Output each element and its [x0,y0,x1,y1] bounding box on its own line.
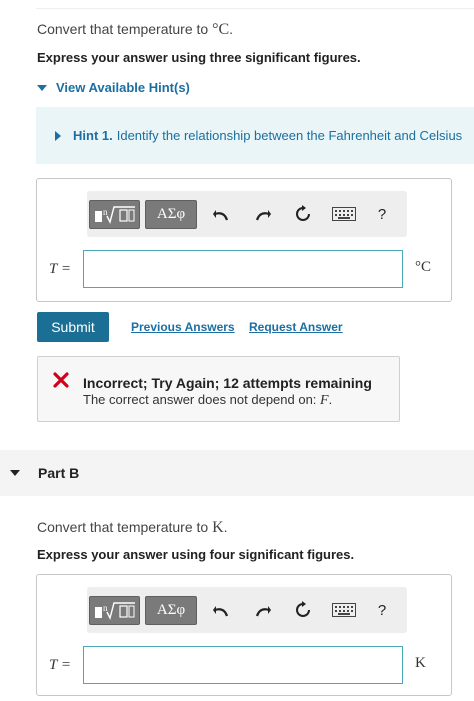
hint-1-title: Hint 1. [73,128,113,143]
part-a-prompt-text: Convert that temperature to [37,21,213,37]
part-a-answer-box: n ΑΣφ ? T = °C [36,178,452,302]
view-hints-label: View Available Hint(s) [56,80,190,95]
part-b-prompt-text: Convert that temperature to [37,519,213,535]
reset-icon [296,601,310,617]
templates-icon: n [94,601,135,620]
part-a-prompt-unit: °C [212,21,230,38]
redo-button[interactable] [252,203,274,225]
variable-label: T = [49,261,71,278]
feedback-message-text: The correct answer does not depend on: [83,392,321,407]
help-icon: ? [377,205,387,223]
templates-button[interactable]: n [89,596,140,625]
undo-icon [213,210,229,221]
keyboard-button[interactable] [331,599,357,621]
hint-1-text: Identify the relationship between the Fa… [116,128,463,143]
undo-icon [213,606,229,617]
answer-input-part-b[interactable] [83,646,403,684]
top-divider [36,8,474,9]
reset-button[interactable] [292,203,314,225]
templates-icon: n [94,205,135,224]
part-b-label: Part B [38,465,80,481]
keyboard-button[interactable] [331,203,357,225]
reset-icon [296,205,310,221]
request-answer-link[interactable]: Request Answer [249,320,343,334]
answer-input-part-a[interactable] [83,250,403,288]
error-x-icon [53,372,69,388]
variable-label-text: T = [49,261,71,277]
math-toolbar: n ΑΣφ ? [87,587,407,633]
feedback-message-end: . [328,392,333,407]
redo-icon [255,606,271,617]
unit-label: °C [415,259,432,275]
svg-text:n: n [103,207,108,217]
math-toolbar: n ΑΣφ ? [87,191,407,237]
greek-letters-button[interactable]: ΑΣφ [145,200,197,229]
keyboard-icon [332,207,356,221]
keyboard-icon [332,603,356,617]
part-b-prompt-end: . [223,519,228,535]
svg-text:n: n [103,603,108,613]
unit-label: K [415,655,426,671]
redo-button[interactable] [252,599,274,621]
undo-button[interactable] [210,599,232,621]
variable-label-text: T = [49,657,71,673]
chevron-down-icon [10,470,20,476]
part-a-prompt: Convert that temperature to °C. [37,21,233,39]
undo-button[interactable] [210,203,232,225]
help-button[interactable]: ? [371,599,393,621]
part-b-prompt: Convert that temperature to K. [37,519,228,537]
part-b-header[interactable]: Part B [0,450,474,496]
help-icon: ? [377,601,387,619]
view-hints-toggle[interactable]: View Available Hint(s) [37,80,190,95]
feedback-variable: F [320,393,329,408]
feedback-title: Incorrect; Try Again; 12 attempts remain… [83,375,372,391]
chevron-right-icon [55,130,61,141]
variable-label: T = [49,657,71,674]
chevron-down-icon [37,84,47,91]
part-b-instruction: Express your answer using four significa… [37,547,355,562]
greek-letters-icon: ΑΣφ [156,206,186,222]
reset-button[interactable] [292,599,314,621]
part-b-prompt-unit: K [212,519,224,536]
part-a-prompt-end: . [229,21,234,37]
part-a-instruction: Express your answer using three signific… [37,50,361,65]
feedback-box: Incorrect; Try Again; 12 attempts remain… [37,356,400,422]
help-button[interactable]: ? [371,203,393,225]
previous-answers-link[interactable]: Previous Answers [131,320,235,334]
templates-button[interactable]: n [89,200,140,229]
greek-letters-icon: ΑΣφ [156,602,186,618]
part-b-answer-box: n ΑΣφ ? T = K [36,574,452,696]
hint-1-row[interactable]: Hint 1. Identify the relationship betwee… [36,107,474,164]
greek-letters-button[interactable]: ΑΣφ [145,596,197,625]
redo-icon [255,210,271,221]
submit-button[interactable]: Submit [37,312,109,342]
feedback-message: The correct answer does not depend on: F… [83,392,332,409]
